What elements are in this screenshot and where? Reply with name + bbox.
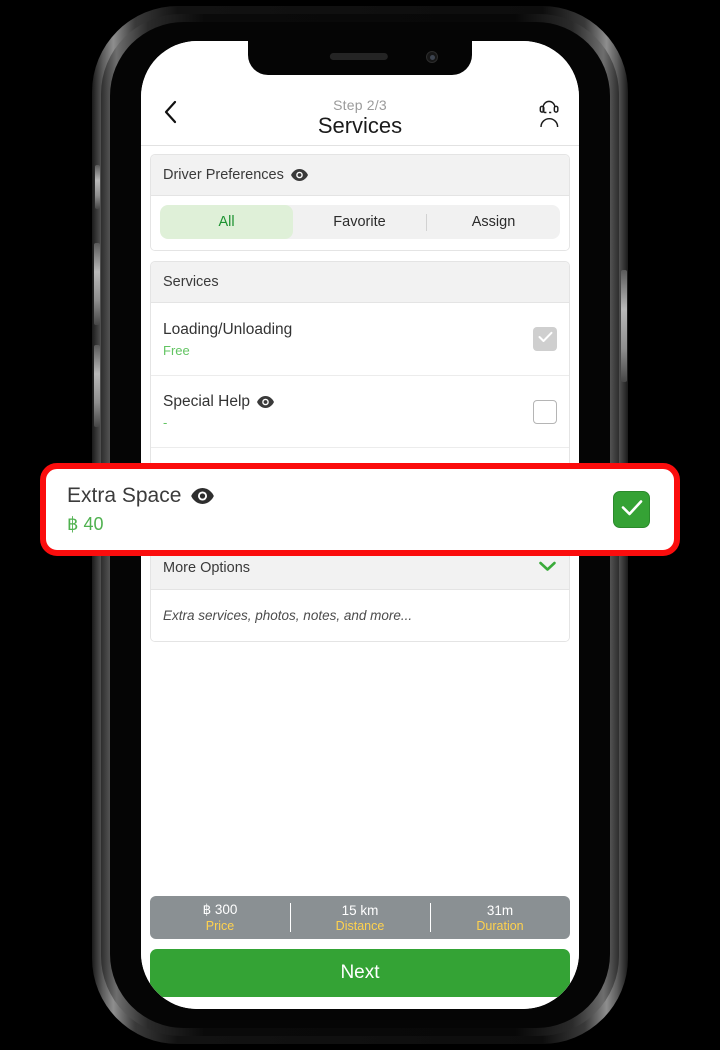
summary-price-value: ฿ 300 [202, 902, 238, 917]
next-button[interactable]: Next [150, 949, 570, 997]
summary-duration-value: 31m [486, 902, 514, 918]
next-button-label: Next [340, 962, 380, 983]
silent-switch-button[interactable] [95, 165, 100, 209]
driver-preferences-segment-wrap: All Favorite Assign [151, 196, 569, 250]
highlighted-service-row-extra-space[interactable]: Extra Space ฿ 40 [40, 463, 680, 556]
front-camera [426, 51, 438, 63]
service-checkbox-special-help[interactable] [533, 399, 557, 424]
volume-down-button[interactable] [94, 345, 100, 427]
driver-preferences-header: Driver Preferences [151, 155, 569, 196]
check-icon [538, 330, 553, 348]
chevron-left-icon [163, 100, 178, 129]
more-options-label: More Options [163, 560, 251, 576]
volume-up-button[interactable] [94, 243, 100, 325]
tab-all-label: All [218, 214, 235, 230]
driver-preferences-segmented-control: All Favorite Assign [160, 205, 560, 239]
services-header: Services [151, 262, 569, 303]
tab-assign-label: Assign [471, 214, 516, 230]
service-price: - [163, 415, 168, 430]
earpiece-speaker [329, 53, 388, 60]
highlighted-row-name-wrap: Extra Space [67, 484, 215, 508]
service-name: Loading/Unloading [163, 320, 293, 338]
check-icon [620, 498, 644, 522]
driver-preferences-label: Driver Preferences [163, 167, 284, 183]
eye-icon[interactable] [257, 396, 275, 408]
service-row-loading-unloading[interactable]: Loading/Unloading Free [151, 303, 569, 375]
summary-distance-value: 15 km [341, 902, 379, 918]
more-options-title-wrap: More Options [163, 560, 250, 576]
service-name-wrap: Special Help [163, 393, 275, 411]
driver-preferences-card: Driver Preferences All Favorite Assign [150, 154, 570, 251]
service-name: Special Help [163, 393, 251, 410]
summary-cell-distance: 15 km Distance [290, 896, 430, 939]
eye-icon[interactable] [191, 488, 215, 504]
services-label: Services [163, 274, 219, 290]
service-row-special-help[interactable]: Special Help - [151, 375, 569, 447]
service-checkbox-loading-unloading[interactable] [533, 327, 557, 351]
eye-icon[interactable] [290, 169, 308, 181]
phone-notch [248, 41, 472, 75]
services-title-wrap: Services [163, 274, 219, 290]
highlighted-row-name: Extra Space [67, 484, 182, 507]
summary-distance-label: Distance [335, 918, 385, 933]
tab-favorite[interactable]: Favorite [293, 205, 426, 239]
more-options-body: Extra services, photos, notes, and more.… [151, 590, 569, 641]
service-name-wrap: Loading/Unloading [163, 321, 292, 339]
app-body: Driver Preferences All Favorite Assign S… [141, 146, 579, 1009]
highlighted-row-price: ฿ 40 [67, 514, 104, 534]
support-agent-icon [535, 97, 564, 133]
highlighted-row-checkbox[interactable] [613, 491, 650, 528]
trip-summary-bar: ฿ 300 Price 15 km Distance 31m Duration [150, 896, 570, 939]
summary-cell-price: ฿ 300 Price [150, 896, 290, 939]
back-button[interactable] [153, 97, 187, 131]
power-button[interactable] [621, 270, 627, 382]
support-button[interactable] [531, 97, 567, 133]
driver-preferences-title-wrap: Driver Preferences [163, 167, 308, 183]
chevron-down-icon[interactable] [538, 559, 557, 577]
header-titles: Step 2/3 Services [318, 98, 402, 137]
screenshot-stage: Step 2/3 Services Driver Preferences All… [0, 0, 720, 1050]
summary-price-label: Price [205, 919, 235, 933]
summary-cell-duration: 31m Duration [430, 896, 570, 939]
tab-favorite-label: Favorite [333, 214, 386, 230]
summary-duration-label: Duration [476, 918, 524, 933]
tab-assign[interactable]: Assign [427, 205, 560, 239]
more-options-card: More Options Extra services, photos, not… [150, 546, 570, 642]
page-title: Services [317, 112, 403, 138]
tab-all[interactable]: All [160, 205, 293, 239]
step-label: Step 2/3 [333, 97, 387, 114]
service-price: Free [163, 342, 190, 358]
service-texts: Special Help - [163, 393, 275, 430]
highlighted-row-texts: Extra Space ฿ 40 [67, 484, 215, 535]
service-texts: Loading/Unloading Free [163, 321, 292, 358]
